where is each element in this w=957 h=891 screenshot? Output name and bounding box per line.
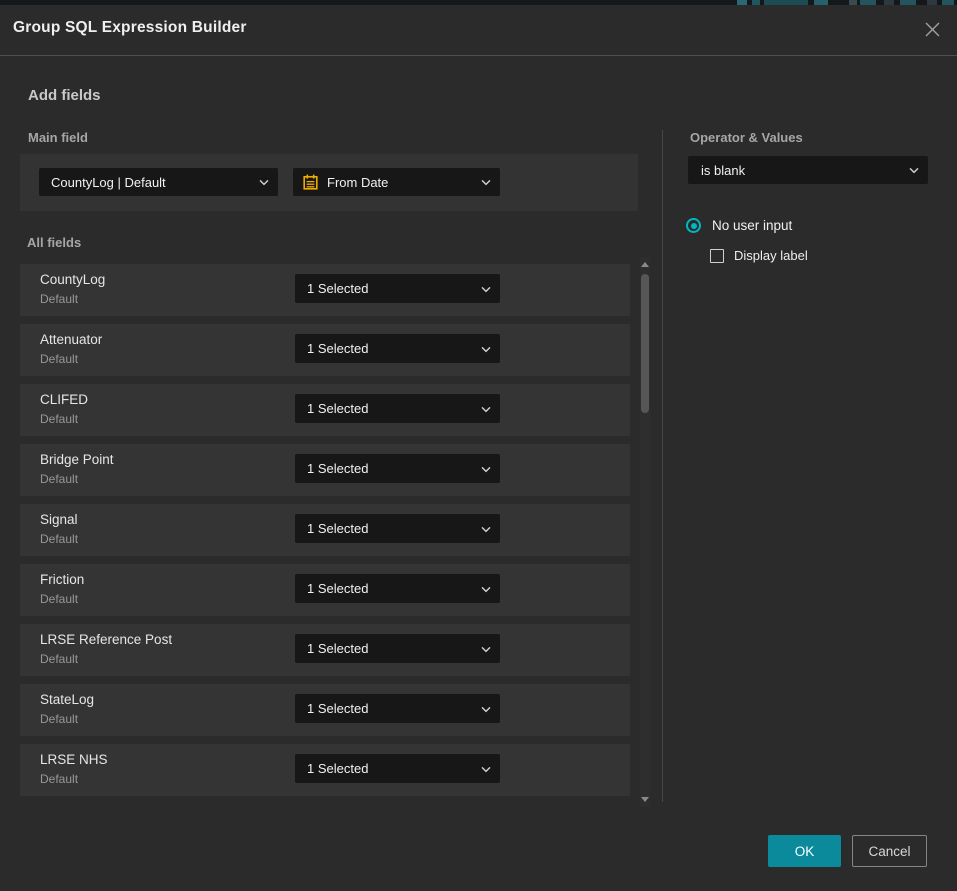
scrollbar-thumb[interactable] <box>641 274 649 413</box>
dropdown-value: 1 Selected <box>307 401 368 416</box>
field-subtitle: Default <box>40 472 78 486</box>
dropdown-value: 1 Selected <box>307 281 368 296</box>
field-row: Attenuator Default 1 Selected <box>20 324 630 376</box>
radio-label: No user input <box>712 218 792 233</box>
main-field-panel: CountyLog | Default From Date <box>20 154 638 211</box>
dialog-titlebar: Group SQL Expression Builder <box>0 5 957 56</box>
field-name: CLIFED <box>40 392 88 407</box>
dropdown-value: 1 Selected <box>307 461 368 476</box>
field-subtitle: Default <box>40 412 78 426</box>
field-name: LRSE Reference Post <box>40 632 172 647</box>
field-subtitle: Default <box>40 292 78 306</box>
main-field-date-dropdown[interactable]: From Date <box>293 168 500 196</box>
chevron-down-icon <box>481 586 491 592</box>
field-name: StateLog <box>40 692 94 707</box>
field-row: CLIFED Default 1 Selected <box>20 384 630 436</box>
close-button[interactable] <box>922 19 942 39</box>
dropdown-value: From Date <box>327 175 388 190</box>
chevron-down-icon <box>481 706 491 712</box>
chevron-down-icon <box>481 179 491 185</box>
field-row: LRSE Reference Post Default 1 Selected <box>20 624 630 676</box>
no-user-input-radio[interactable]: No user input <box>686 218 792 233</box>
field-subtitle: Default <box>40 772 78 786</box>
group-sql-expression-builder-dialog: Group SQL Expression Builder Add fields … <box>0 5 957 891</box>
fields-scrollbar[interactable] <box>640 257 650 807</box>
field-values-dropdown[interactable]: 1 Selected <box>295 454 500 483</box>
dialog-title: Group SQL Expression Builder <box>13 19 247 37</box>
chevron-down-icon <box>481 766 491 772</box>
field-row: Bridge Point Default 1 Selected <box>20 444 630 496</box>
field-values-dropdown[interactable]: 1 Selected <box>295 274 500 303</box>
dropdown-value: is blank <box>701 163 745 178</box>
operator-values-label: Operator & Values <box>690 130 803 145</box>
field-values-dropdown[interactable]: 1 Selected <box>295 514 500 543</box>
calendar-icon <box>303 174 318 190</box>
all-fields-label: All fields <box>27 235 81 250</box>
field-subtitle: Default <box>40 652 78 666</box>
operator-dropdown[interactable]: is blank <box>688 156 928 184</box>
checkbox-icon <box>710 249 724 263</box>
field-values-dropdown[interactable]: 1 Selected <box>295 574 500 603</box>
field-subtitle: Default <box>40 532 78 546</box>
chevron-down-icon <box>481 346 491 352</box>
dropdown-value: 1 Selected <box>307 701 368 716</box>
chevron-down-icon <box>481 526 491 532</box>
field-name: Friction <box>40 572 84 587</box>
field-row: Friction Default 1 Selected <box>20 564 630 616</box>
main-field-label: Main field <box>28 130 88 145</box>
close-icon <box>924 21 941 38</box>
field-row: LRSE NHS Default 1 Selected <box>20 744 630 796</box>
chevron-down-icon <box>909 167 919 173</box>
scroll-up-arrow-icon[interactable] <box>641 262 649 267</box>
field-subtitle: Default <box>40 712 78 726</box>
dropdown-value: 1 Selected <box>307 581 368 596</box>
field-row: Signal Default 1 Selected <box>20 504 630 556</box>
field-subtitle: Default <box>40 352 78 366</box>
display-label-checkbox[interactable]: Display label <box>710 248 808 263</box>
field-values-dropdown[interactable]: 1 Selected <box>295 334 500 363</box>
chevron-down-icon <box>259 179 269 185</box>
panel-divider <box>662 130 663 802</box>
field-name: LRSE NHS <box>40 752 108 767</box>
dropdown-value: 1 Selected <box>307 521 368 536</box>
chevron-down-icon <box>481 406 491 412</box>
cancel-button[interactable]: Cancel <box>852 835 927 867</box>
dropdown-value: 1 Selected <box>307 761 368 776</box>
field-row: CountyLog Default 1 Selected <box>20 264 630 316</box>
chevron-down-icon <box>481 466 491 472</box>
field-name: CountyLog <box>40 272 105 287</box>
all-fields-list: CountyLog Default 1 Selected Attenuator … <box>20 264 630 804</box>
scroll-down-arrow-icon[interactable] <box>641 797 649 802</box>
field-name: Bridge Point <box>40 452 114 467</box>
field-values-dropdown[interactable]: 1 Selected <box>295 394 500 423</box>
field-subtitle: Default <box>40 592 78 606</box>
chevron-down-icon <box>481 646 491 652</box>
add-fields-heading: Add fields <box>28 87 101 104</box>
radio-icon <box>686 218 701 233</box>
checkbox-label: Display label <box>734 248 808 263</box>
main-field-source-dropdown[interactable]: CountyLog | Default <box>39 168 278 196</box>
dropdown-value: CountyLog | Default <box>51 175 166 190</box>
chevron-down-icon <box>481 286 491 292</box>
field-values-dropdown[interactable]: 1 Selected <box>295 634 500 663</box>
field-values-dropdown[interactable]: 1 Selected <box>295 754 500 783</box>
dropdown-value: 1 Selected <box>307 341 368 356</box>
ok-button[interactable]: OK <box>768 835 841 867</box>
dropdown-value: 1 Selected <box>307 641 368 656</box>
field-row: StateLog Default 1 Selected <box>20 684 630 736</box>
field-name: Signal <box>40 512 78 527</box>
field-values-dropdown[interactable]: 1 Selected <box>295 694 500 723</box>
field-name: Attenuator <box>40 332 102 347</box>
